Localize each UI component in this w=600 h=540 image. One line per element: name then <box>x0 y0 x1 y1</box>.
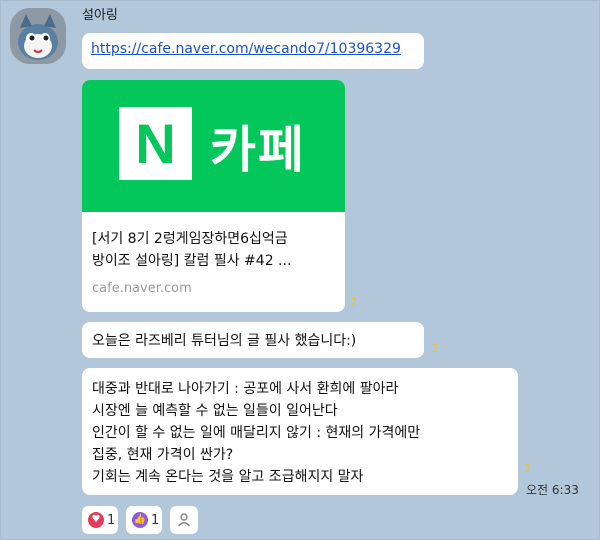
link-message-bubble[interactable]: https://cafe.naver.com/wecando7/10396329 <box>82 33 424 69</box>
message-bubble[interactable]: 오늘은 라즈베리 튜터님의 글 필사 했습니다:) <box>82 322 424 358</box>
message-line: 대중과 반대로 나아가기 : 공포에 사서 환희에 팔아라 <box>92 381 399 397</box>
link-preview-card[interactable]: N 카페 [서기 8기 2렁게임장하면6십억금 방이조 설아링] 칼럼 필사 #… <box>82 80 345 312</box>
sender-avatar[interactable] <box>10 8 66 64</box>
naver-n-letter: N <box>135 112 176 175</box>
reaction-add-chip[interactable] <box>170 506 198 534</box>
unread-count: 2 <box>350 296 357 309</box>
message-text: 오늘은 라즈베리 튜터님의 글 필사 했습니다:) <box>92 333 357 349</box>
message-line: 집중, 현재 가격이 싼가? <box>92 447 234 463</box>
reaction-heart-chip[interactable]: ♥ 1 <box>82 506 118 534</box>
reaction-count: 1 <box>107 512 116 528</box>
message-line: 인간이 할 수 없는 일에 매달리지 않기 : 현재의 가격에만 <box>92 425 421 441</box>
message-bubble[interactable]: 대중과 반대로 나아가기 : 공포에 사서 환희에 팔아라 시장엔 늘 예측할 … <box>82 368 518 495</box>
cartoon-avatar-icon <box>10 8 66 64</box>
unread-count: 2 <box>432 342 439 355</box>
unread-count: 2 <box>524 462 531 475</box>
card-domain: cafe.naver.com <box>92 281 192 296</box>
heart-icon: ♥ <box>88 512 104 528</box>
cafe-banner-text: 카페 <box>210 121 306 179</box>
sender-name: 설아링 <box>82 8 118 23</box>
reaction-count: 1 <box>151 512 160 528</box>
naver-cafe-banner: N 카페 <box>82 80 345 212</box>
thumbs-up-icon: 👍 <box>132 512 148 528</box>
message-line: 시장엔 늘 예측할 수 없는 일들이 일어난다 <box>92 403 338 419</box>
message-line: 기회는 계속 온다는 것을 알고 조급해지지 말자 <box>92 469 364 485</box>
card-title: [서기 8기 2렁게임장하면6십억금 방이조 설아링] 칼럼 필사 #42 ..… <box>92 228 337 272</box>
message-timestamp: 오전 6:33 <box>526 483 579 497</box>
card-title-line: 방이조 설아링] 칼럼 필사 #42 ... <box>92 253 292 269</box>
person-icon <box>177 513 191 527</box>
reaction-like-chip[interactable]: 👍 1 <box>126 506 162 534</box>
card-title-line: [서기 8기 2렁게임장하면6십억금 <box>92 231 288 247</box>
naver-n-logo-icon: N <box>119 107 192 180</box>
cafe-link[interactable]: https://cafe.naver.com/wecando7/10396329 <box>91 41 401 57</box>
